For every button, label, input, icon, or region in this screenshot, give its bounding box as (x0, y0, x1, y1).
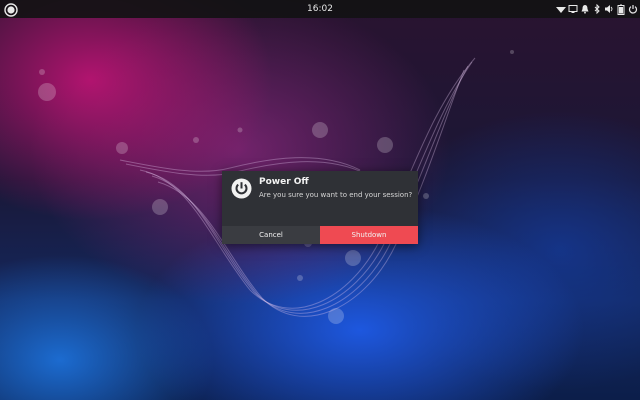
wifi-icon[interactable] (556, 3, 566, 15)
top-panel: 16:02 (0, 0, 640, 18)
power-icon[interactable] (628, 3, 638, 15)
power-icon (231, 178, 252, 199)
bluetooth-icon[interactable] (592, 3, 602, 15)
display-icon[interactable] (568, 3, 578, 15)
dialog-message: Are you sure you want to end your sessio… (259, 191, 413, 199)
volume-icon[interactable] (604, 3, 614, 15)
notification-bell-icon[interactable] (580, 3, 590, 15)
dialog-title: Power Off (259, 177, 309, 187)
clock[interactable]: 16:02 (0, 0, 640, 18)
shutdown-button[interactable]: Shutdown (320, 226, 418, 244)
battery-icon[interactable] (616, 3, 626, 15)
desktop: 16:02 Power Off Are you sure you want to… (0, 0, 640, 400)
system-tray[interactable] (556, 0, 638, 18)
power-off-dialog: Power Off Are you sure you want to end y… (222, 171, 418, 244)
cancel-button[interactable]: Cancel (222, 226, 320, 244)
